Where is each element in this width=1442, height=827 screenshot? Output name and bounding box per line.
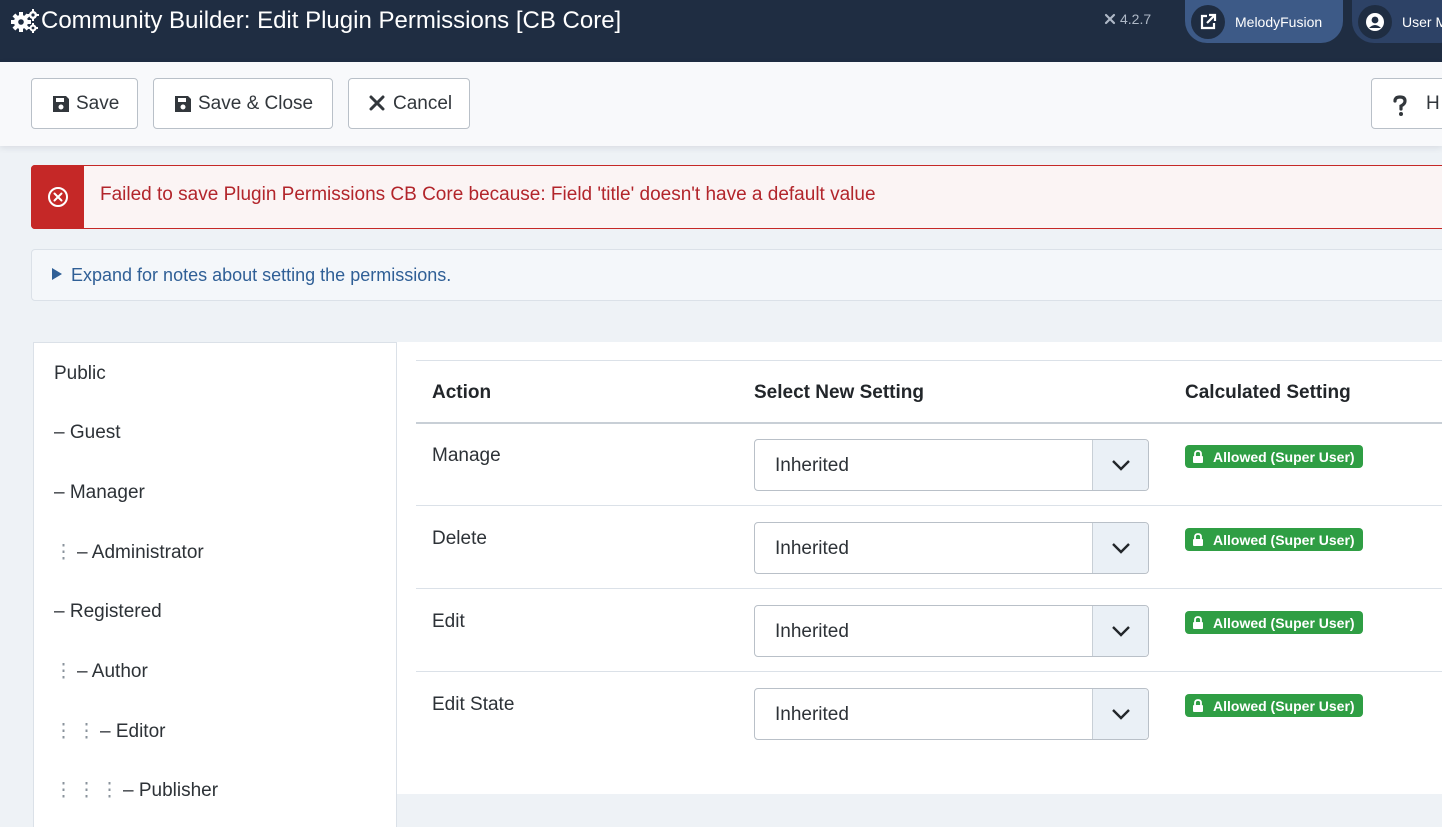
- group-label: – Editor: [100, 721, 166, 742]
- group-label: – Publisher: [123, 780, 219, 801]
- group-label: – Registered: [54, 601, 162, 622]
- group-item-manager[interactable]: – Manager: [54, 482, 145, 504]
- group-item-public[interactable]: Public: [54, 363, 106, 385]
- chevron-down-icon: [1092, 440, 1148, 490]
- save-label: Save: [76, 92, 120, 114]
- close-icon: [369, 95, 387, 113]
- group-item-author[interactable]: ⋮ – Author: [54, 660, 148, 683]
- user-menu-button[interactable]: User M: [1352, 0, 1442, 43]
- group-item-publisher[interactable]: ⋮ ⋮ ⋮ – Publisher: [54, 779, 218, 802]
- tree-indent: ⋮: [100, 780, 119, 801]
- page-title: Community Builder: Edit Plugin Permissio…: [41, 7, 622, 34]
- tree-indent: ⋮: [77, 780, 96, 801]
- tree-indent: ⋮: [54, 661, 73, 682]
- group-item-administrator[interactable]: ⋮ – Administrator: [54, 541, 204, 564]
- cogs-icon: [11, 9, 39, 33]
- floppy-disk-icon: [174, 95, 192, 113]
- action-label: Edit: [432, 611, 465, 632]
- group-label: Public: [54, 363, 106, 384]
- user-circle-icon: [1358, 4, 1392, 39]
- group-label: – Manager: [54, 482, 145, 503]
- group-item-registered[interactable]: – Registered: [54, 601, 162, 623]
- setting-select[interactable]: Inherited: [754, 522, 1149, 574]
- help-button[interactable]: H: [1371, 78, 1442, 129]
- setting-value: Inherited: [775, 538, 849, 559]
- calculated-label: Allowed (Super User): [1213, 697, 1355, 714]
- site-link-button[interactable]: MelodyFusion: [1185, 0, 1343, 43]
- version-number: 4.2.7: [1120, 11, 1152, 27]
- group-label: – Administrator: [77, 542, 204, 563]
- joomla-icon: [1104, 13, 1116, 25]
- group-item-guest[interactable]: – Guest: [54, 422, 121, 444]
- lock-icon: [1192, 616, 1204, 629]
- setting-select[interactable]: Inherited: [754, 605, 1149, 657]
- action-label: Manage: [432, 445, 501, 466]
- floppy-disk-icon: [52, 95, 70, 113]
- calculated-label: Allowed (Super User): [1213, 531, 1355, 548]
- notes-summary-label: Expand for notes about setting the permi…: [71, 265, 452, 285]
- site-link-label: MelodyFusion: [1235, 13, 1323, 30]
- permissions-panel: Action Select New Setting Calculated Set…: [397, 342, 1442, 794]
- status-badge: Allowed (Super User): [1185, 528, 1363, 551]
- status-badge: Allowed (Super User): [1185, 445, 1363, 468]
- tree-indent: ⋮: [77, 721, 96, 742]
- toolbar: Save Save & Close Cancel H: [0, 62, 1442, 146]
- calculated-label: Allowed (Super User): [1213, 448, 1355, 465]
- table-row: Edit Inherited Allowed (Super User): [416, 589, 1442, 672]
- setting-value: Inherited: [775, 621, 849, 642]
- group-label: – Guest: [54, 422, 121, 443]
- version-label: 4.2.7: [1104, 11, 1151, 27]
- help-label: H: [1426, 92, 1440, 114]
- setting-value: Inherited: [775, 704, 849, 725]
- setting-select[interactable]: Inherited: [754, 688, 1149, 740]
- column-new-setting: Select New Setting: [754, 382, 924, 403]
- notes-summary[interactable]: Expand for notes about setting the permi…: [52, 265, 451, 286]
- table-row: Edit State Inherited Allowed (Super User…: [416, 672, 1442, 755]
- tree-indent: ⋮: [54, 721, 73, 742]
- group-label: – Author: [77, 661, 148, 682]
- chevron-down-icon: [1092, 523, 1148, 573]
- cancel-button[interactable]: Cancel: [348, 78, 470, 129]
- error-message: Failed to save Plugin Permissions CB Cor…: [100, 184, 876, 205]
- save-close-label: Save & Close: [198, 92, 314, 114]
- tree-indent: ⋮: [54, 542, 73, 563]
- permission-notes[interactable]: Expand for notes about setting the permi…: [31, 249, 1442, 301]
- tree-indent: ⋮: [54, 780, 73, 801]
- table-header: Action Select New Setting Calculated Set…: [416, 360, 1442, 424]
- group-item-editor[interactable]: ⋮ ⋮ – Editor: [54, 720, 165, 743]
- chevron-down-icon: [1092, 689, 1148, 739]
- column-action: Action: [432, 382, 492, 403]
- column-calculated: Calculated Setting: [1185, 382, 1351, 403]
- action-label: Edit State: [432, 694, 515, 715]
- action-label: Delete: [432, 528, 487, 549]
- table-row: Delete Inherited Allowed (Super User): [416, 506, 1442, 589]
- status-badge: Allowed (Super User): [1185, 611, 1363, 634]
- user-menu-label: User M: [1402, 13, 1442, 30]
- save-close-button[interactable]: Save & Close: [153, 78, 333, 129]
- app-header: Community Builder: Edit Plugin Permissio…: [0, 0, 1442, 62]
- triangle-right-icon: [52, 268, 62, 280]
- usergroup-list: Public – Guest – Manager ⋮ – Administrato…: [33, 342, 397, 827]
- error-alert: Failed to save Plugin Permissions CB Cor…: [31, 165, 1442, 229]
- external-link-icon: [1191, 4, 1225, 39]
- lock-icon: [1192, 533, 1204, 546]
- lock-icon: [1192, 450, 1204, 463]
- save-button[interactable]: Save: [31, 78, 138, 129]
- question-icon: [1392, 94, 1410, 116]
- setting-select[interactable]: Inherited: [754, 439, 1149, 491]
- error-icon: [31, 165, 84, 229]
- status-badge: Allowed (Super User): [1185, 694, 1363, 717]
- table-row: Manage Inherited Allowed (Super User): [416, 423, 1442, 506]
- setting-value: Inherited: [775, 455, 849, 476]
- calculated-label: Allowed (Super User): [1213, 614, 1355, 631]
- cancel-label: Cancel: [393, 92, 453, 114]
- chevron-down-icon: [1092, 606, 1148, 656]
- lock-icon: [1192, 699, 1204, 712]
